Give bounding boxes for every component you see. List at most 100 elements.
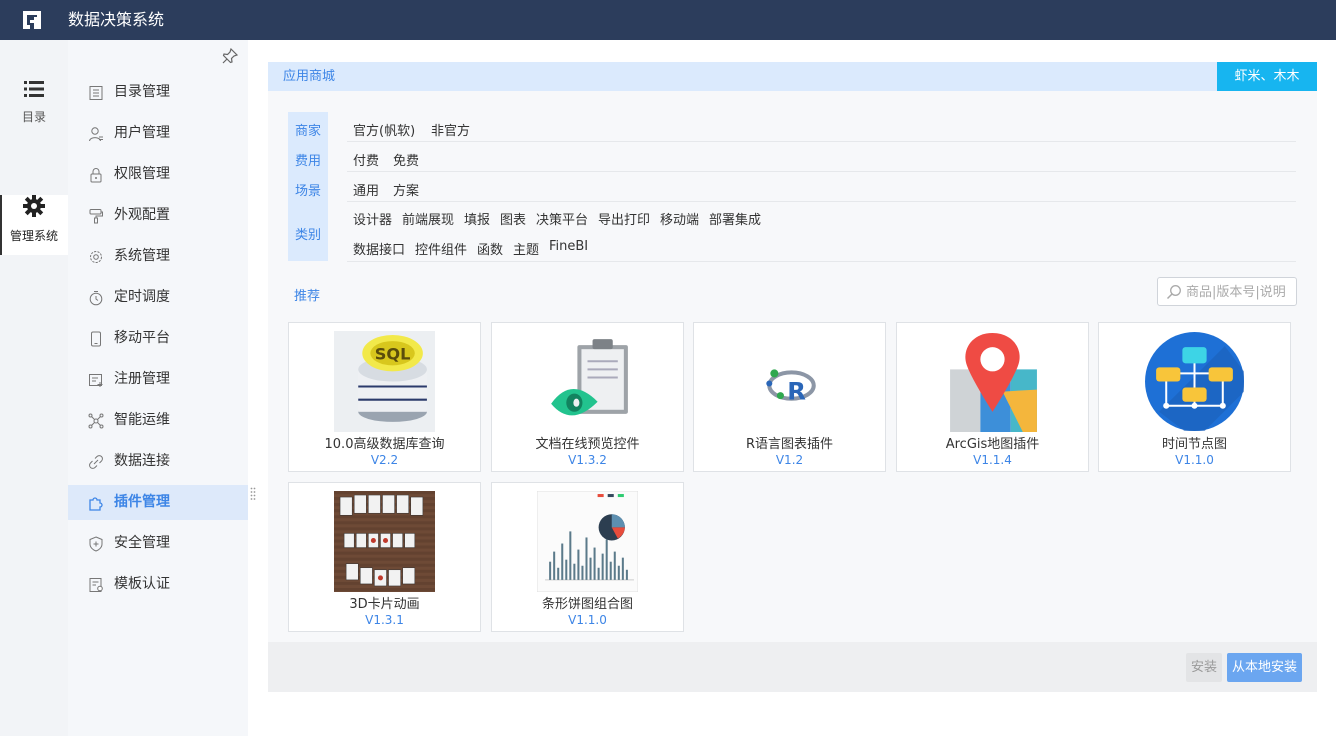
filter-option[interactable]: 函数 bbox=[477, 239, 503, 258]
filter-option[interactable]: 移动端 bbox=[660, 209, 699, 228]
rail-label: 管理系统 bbox=[9, 229, 58, 243]
plugin-card[interactable]: R R语言图表插件 V1.2 bbox=[693, 322, 886, 472]
filter-option[interactable]: FineBI bbox=[549, 239, 588, 254]
plugin-name: 3D卡片动画 bbox=[349, 597, 420, 612]
local-install-button[interactable]: 从本地安装 bbox=[1227, 653, 1302, 682]
filter-option[interactable]: 部署集成 bbox=[709, 209, 761, 228]
gear-icon bbox=[23, 195, 45, 217]
rail-item-catalog[interactable]: 目录 bbox=[0, 80, 68, 140]
menu-item-label: 目录管理 bbox=[114, 84, 170, 100]
menu-item-security-management[interactable]: 安全管理 bbox=[68, 526, 248, 561]
top-bar: 数据决策系统 bbox=[0, 0, 1336, 40]
settings-icon bbox=[90, 251, 102, 263]
plugin-card[interactable]: SQL 10.0高级数据库查询 V2.2 bbox=[288, 322, 481, 472]
filter-option[interactable]: 免费 bbox=[393, 150, 419, 169]
plugin-name: R语言图表插件 bbox=[745, 437, 834, 452]
lock-icon bbox=[90, 168, 102, 183]
plugin-card[interactable]: 条形饼图组合图 V1.1.0 bbox=[491, 482, 684, 632]
rail-item-management[interactable]: 管理系统 bbox=[0, 195, 68, 255]
filter-option[interactable]: 主题 bbox=[513, 239, 539, 258]
menu-item-appearance-config[interactable]: 外观配置 bbox=[68, 198, 248, 233]
filter-row-merchant: 官方(帆软) 非官方 bbox=[347, 112, 1296, 142]
menu-item-label: 安全管理 bbox=[114, 535, 170, 551]
plugin-card[interactable]: 文档在线预览控件 V1.3.2 bbox=[491, 322, 684, 472]
recommend-label[interactable]: 推荐 bbox=[294, 285, 320, 304]
filter-option[interactable]: 通用 bbox=[353, 180, 379, 199]
menu-item-system-management[interactable]: 系统管理 bbox=[68, 239, 248, 274]
plugin-card[interactable]: 3D卡片动画 V1.3.1 bbox=[288, 482, 481, 632]
plugin-version: V1.2 bbox=[775, 453, 804, 467]
list-icon bbox=[24, 81, 44, 97]
tab-bar: 应用商城 虾米、木木 bbox=[268, 62, 1317, 91]
plugin-version: V1.1.0 bbox=[568, 613, 607, 627]
filter-row-cost: 付费 免费 bbox=[347, 142, 1296, 172]
menu-item-label: 注册管理 bbox=[114, 371, 170, 387]
search-input[interactable] bbox=[1186, 283, 1294, 301]
plugin-name: ArcGis地图插件 bbox=[945, 437, 1040, 452]
filter-option[interactable]: 填报 bbox=[464, 209, 490, 228]
menu-item-label: 数据连接 bbox=[114, 453, 170, 469]
bar-pie-chart-icon bbox=[537, 491, 638, 592]
mobile-icon bbox=[91, 331, 101, 347]
menu-item-registration-management[interactable]: 注册管理 bbox=[68, 362, 248, 397]
side-menu: 目录管理 用户管理 权限管理 外观配置 系统管理 定时调度 移动平台 注册管理 … bbox=[68, 40, 248, 736]
rail-label: 目录 bbox=[21, 110, 46, 124]
user-badge[interactable]: 虾米、木木 bbox=[1217, 62, 1317, 91]
filter-option[interactable]: 控件组件 bbox=[415, 239, 467, 258]
filter-row-category: 设计器 前端展现 填报 图表 决策平台 导出打印 移动端 部署集成 数据接口 控… bbox=[347, 202, 1296, 262]
menu-item-label: 权限管理 bbox=[114, 166, 170, 182]
menu-item-data-connection[interactable]: 数据连接 bbox=[68, 444, 248, 479]
plugin-card[interactable]: ArcGis地图插件 V1.1.4 bbox=[896, 322, 1089, 472]
r-language-icon: R bbox=[766, 369, 816, 406]
menu-item-mobile-platform[interactable]: 移动平台 bbox=[68, 321, 248, 356]
menu-item-label: 插件管理 bbox=[114, 494, 170, 510]
app-title: 数据决策系统 bbox=[68, 10, 165, 29]
card-carousel-icon bbox=[334, 491, 435, 592]
clock-icon bbox=[89, 291, 103, 306]
left-rail: 目录 管理系统 bbox=[0, 40, 68, 736]
register-icon bbox=[89, 374, 103, 387]
filter-option[interactable]: 设计器 bbox=[353, 209, 392, 228]
plugin-name: 条形饼图组合图 bbox=[541, 597, 633, 612]
filter-option[interactable]: 官方(帆软) bbox=[353, 120, 415, 139]
menu-item-catalog-management[interactable]: 目录管理 bbox=[68, 75, 248, 110]
menu-item-scheduled-tasks[interactable]: 定时调度 bbox=[68, 280, 248, 315]
search-icon bbox=[1166, 285, 1181, 300]
menu-item-label: 移动平台 bbox=[114, 330, 170, 346]
catalog-icon bbox=[89, 86, 103, 100]
filter-option[interactable]: 导出打印 bbox=[598, 209, 650, 228]
plugin-version: V1.1.4 bbox=[973, 453, 1012, 467]
plugin-version: V1.3.2 bbox=[568, 453, 607, 467]
filter-option[interactable]: 决策平台 bbox=[536, 209, 588, 228]
plugin-card[interactable]: 时间节点图 V1.1.0 bbox=[1098, 322, 1291, 472]
filter-option[interactable]: 图表 bbox=[500, 209, 526, 228]
fanruan-logo-icon bbox=[23, 11, 41, 29]
link-icon bbox=[89, 455, 103, 469]
app-store-panel: 应用商城 虾米、木木 商家 费用 场景 类别 官方(帆软) 非官方 付费 免费 … bbox=[268, 62, 1317, 692]
filter-label-merchant: 商家 bbox=[294, 124, 321, 139]
sql-thumb-text: SQL bbox=[375, 344, 411, 363]
filter-option[interactable]: 付费 bbox=[353, 150, 379, 169]
plugin-name: 10.0高级数据库查询 bbox=[324, 437, 445, 452]
certificate-icon bbox=[89, 578, 103, 592]
filter-row-scene: 通用 方案 bbox=[347, 172, 1296, 202]
pin-icon[interactable] bbox=[222, 48, 238, 64]
search-box[interactable] bbox=[1157, 277, 1297, 306]
map-pin-icon bbox=[950, 333, 1037, 432]
menu-item-label: 模板认证 bbox=[114, 576, 170, 592]
menu-item-smart-ops[interactable]: 智能运维 bbox=[68, 403, 248, 438]
menu-item-template-certification[interactable]: 模板认证 bbox=[68, 567, 248, 602]
filter-option[interactable]: 方案 bbox=[393, 180, 419, 199]
menu-item-user-management[interactable]: 用户管理 bbox=[68, 116, 248, 151]
filter-option[interactable]: 前端展现 bbox=[402, 209, 454, 228]
shield-icon bbox=[89, 536, 103, 552]
tab-app-store[interactable]: 应用商城 bbox=[283, 69, 335, 85]
filter-option[interactable]: 非官方 bbox=[431, 120, 470, 139]
menu-item-plugin-management[interactable]: 插件管理 bbox=[68, 485, 248, 520]
paint-roller-icon bbox=[89, 209, 103, 224]
install-button[interactable]: 安装 bbox=[1186, 653, 1222, 682]
resize-handle-icon[interactable] bbox=[250, 487, 256, 501]
menu-item-permission-management[interactable]: 权限管理 bbox=[68, 157, 248, 192]
plugin-name: 文档在线预览控件 bbox=[535, 437, 640, 452]
filter-option[interactable]: 数据接口 bbox=[353, 239, 405, 258]
